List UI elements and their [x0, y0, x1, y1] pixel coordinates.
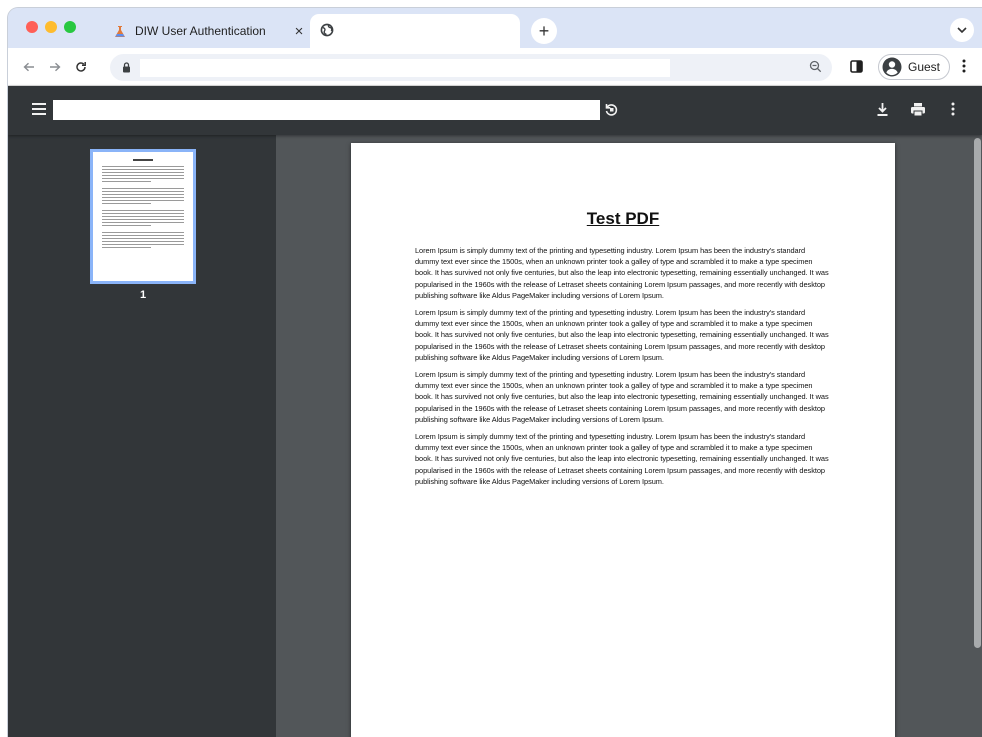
page-thumbnail[interactable] — [90, 149, 196, 284]
browser-toolbar: Guest — [8, 48, 982, 86]
forward-button[interactable] — [46, 58, 64, 76]
tab-search-button[interactable] — [950, 18, 974, 42]
back-button[interactable] — [20, 58, 38, 76]
tab-title: DIW User Authentication — [135, 24, 266, 38]
browser-window: DIW User Authentication × + Guest 1 Test… — [8, 8, 982, 737]
back-arrow-icon — [23, 62, 34, 72]
download-icon[interactable] — [876, 102, 889, 122]
tab-diw-user-authentication[interactable]: DIW User Authentication × — [108, 14, 308, 48]
minimize-window-button[interactable] — [45, 21, 57, 33]
person-icon — [882, 57, 902, 77]
lock-icon — [122, 60, 131, 78]
pdf-title-field — [53, 100, 600, 120]
profile-label: Guest — [908, 60, 941, 74]
reload-button[interactable] — [72, 58, 90, 76]
globe-icon — [320, 23, 336, 39]
zoom-icon[interactable] — [809, 60, 822, 78]
pdf-page-area[interactable]: Test PDF Lorem Ipsum is simply dummy tex… — [276, 135, 982, 737]
pdf-more-icon[interactable] — [951, 102, 955, 121]
new-tab-button[interactable]: + — [531, 18, 557, 44]
paragraph: Lorem Ipsum is simply dummy text of the … — [415, 432, 829, 486]
paragraph: Lorem Ipsum is simply dummy text of the … — [415, 308, 829, 362]
document-heading: Test PDF — [586, 209, 660, 228]
chevron-down-icon — [957, 27, 967, 33]
tab-active[interactable] — [310, 14, 520, 48]
pdf-viewer: 1 Test PDF Lorem Ipsum is simply dummy t… — [8, 86, 982, 737]
hamburger-icon[interactable] — [32, 103, 46, 118]
print-icon[interactable] — [910, 102, 926, 122]
thumbnail-sidebar: 1 — [8, 135, 276, 737]
forward-arrow-icon — [50, 62, 61, 72]
side-panel-icon[interactable] — [850, 60, 863, 78]
pdf-page: Test PDF Lorem Ipsum is simply dummy tex… — [351, 143, 895, 737]
address-input[interactable] — [140, 59, 670, 77]
profile-button[interactable]: Guest — [878, 54, 950, 80]
rotate-icon[interactable] — [604, 102, 619, 122]
paragraph: Lorem Ipsum is simply dummy text of the … — [415, 246, 829, 300]
scrollbar-thumb[interactable] — [974, 138, 981, 648]
zoom-window-button[interactable] — [64, 21, 76, 33]
address-bar[interactable] — [110, 54, 832, 81]
scrollbar[interactable] — [972, 135, 982, 737]
thumbnail-page-number: 1 — [139, 289, 147, 301]
tab-strip: DIW User Authentication × + — [8, 8, 982, 48]
tab-close-button[interactable]: × — [290, 23, 308, 40]
pdf-toolbar — [8, 86, 982, 135]
paragraph: Lorem Ipsum is simply dummy text of the … — [415, 370, 829, 424]
flask-icon — [113, 24, 127, 38]
close-window-button[interactable] — [26, 21, 38, 33]
document-body: Lorem Ipsum is simply dummy text of the … — [415, 245, 830, 493]
kebab-menu-icon[interactable] — [962, 59, 970, 78]
reload-icon — [76, 62, 86, 72]
